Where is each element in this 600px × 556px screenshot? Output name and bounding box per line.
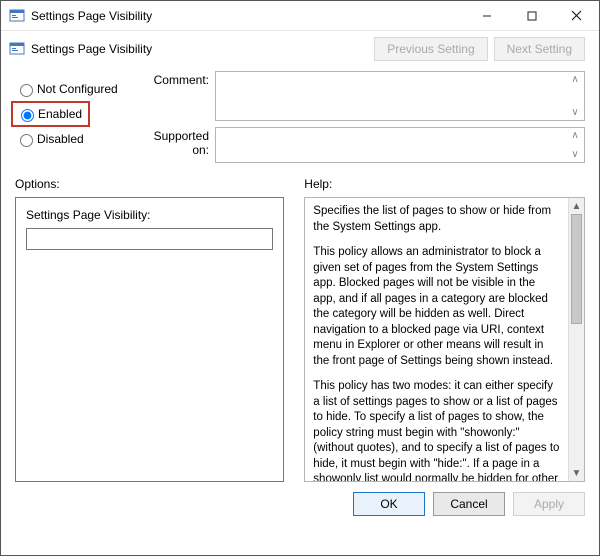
page-heading: Settings Page Visibility (31, 42, 368, 56)
radio-not-configured-input[interactable] (20, 84, 33, 97)
header-row: Settings Page Visibility Previous Settin… (1, 31, 599, 71)
radio-enabled-label: Enabled (38, 107, 82, 121)
options-box: Settings Page Visibility: (15, 197, 284, 482)
chevron-up-icon[interactable]: ∧ (568, 130, 582, 141)
state-radio-group: Not Configured Enabled Disabled (15, 71, 135, 169)
policy-icon (9, 41, 25, 57)
supported-textarea: ∧ ∨ (215, 127, 585, 163)
chevron-down-icon[interactable]: ∨ (568, 149, 582, 160)
app-icon (9, 8, 25, 24)
title-bar: Settings Page Visibility (1, 1, 599, 31)
maximize-button[interactable] (509, 1, 554, 30)
comment-label: Comment: (135, 71, 215, 87)
scroll-up-icon[interactable]: ▲ (569, 198, 584, 214)
scroll-thumb[interactable] (571, 214, 582, 324)
help-content: Specifies the list of pages to show or h… (305, 198, 568, 481)
comment-supported-area: Comment: ∧ ∨ Supported on: ∧ ∨ (135, 71, 585, 169)
lower-columns: Options: Settings Page Visibility: Help:… (1, 169, 599, 482)
radio-disabled-label: Disabled (37, 132, 84, 146)
scroll-down-icon[interactable]: ▼ (569, 465, 584, 481)
config-area: Not Configured Enabled Disabled Comment:… (1, 71, 599, 169)
window-controls (464, 1, 599, 30)
previous-setting-button[interactable]: Previous Setting (374, 37, 487, 61)
help-paragraph: Specifies the list of pages to show or h… (313, 204, 560, 235)
apply-button[interactable]: Apply (513, 492, 585, 516)
settings-page-visibility-input[interactable] (26, 228, 273, 250)
help-section-label: Help: (304, 173, 585, 197)
options-column: Options: Settings Page Visibility: (15, 173, 294, 482)
window-title: Settings Page Visibility (31, 9, 464, 23)
comment-row: Comment: ∧ ∨ (135, 71, 585, 121)
cancel-button[interactable]: Cancel (433, 492, 505, 516)
close-button[interactable] (554, 1, 599, 30)
footer: OK Cancel Apply (1, 482, 599, 526)
help-column: Help: Specifies the list of pages to sho… (294, 173, 585, 482)
help-paragraph: This policy allows an administrator to b… (313, 245, 560, 369)
supported-row: Supported on: ∧ ∨ (135, 127, 585, 163)
radio-not-configured-label: Not Configured (37, 82, 118, 96)
radio-enabled-input[interactable] (21, 109, 34, 122)
comment-textarea[interactable]: ∧ ∨ (215, 71, 585, 121)
radio-enabled[interactable]: Enabled (16, 106, 82, 122)
chevron-up-icon[interactable]: ∧ (568, 74, 582, 85)
radio-not-configured[interactable]: Not Configured (15, 81, 135, 97)
next-setting-button[interactable]: Next Setting (494, 37, 585, 61)
supported-label: Supported on: (135, 127, 215, 157)
radio-disabled[interactable]: Disabled (15, 131, 135, 147)
chevron-down-icon[interactable]: ∨ (568, 107, 582, 118)
options-section-label: Options: (15, 173, 284, 197)
ok-button[interactable]: OK (353, 492, 425, 516)
radio-enabled-highlight: Enabled (11, 101, 90, 127)
help-paragraph: This policy has two modes: it can either… (313, 379, 560, 481)
help-box: Specifies the list of pages to show or h… (304, 197, 585, 482)
options-field-label: Settings Page Visibility: (26, 208, 273, 222)
minimize-button[interactable] (464, 1, 509, 30)
radio-disabled-input[interactable] (20, 134, 33, 147)
help-scrollbar[interactable]: ▲ ▼ (568, 198, 584, 481)
